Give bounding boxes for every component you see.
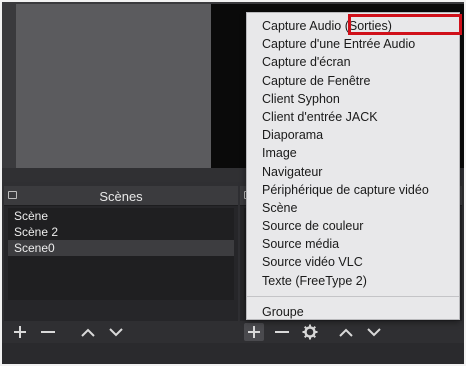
add-scene-button[interactable]: [10, 323, 30, 341]
menu-item-media-source[interactable]: Source média: [247, 235, 459, 253]
status-strip: [2, 343, 464, 364]
chevron-down-icon: [367, 328, 381, 337]
menu-item-slideshow[interactable]: Diaporama: [247, 126, 459, 144]
menu-item-jack-input-client[interactable]: Client d'entrée JACK: [247, 108, 459, 126]
menu-item-display-capture[interactable]: Capture d'écran: [247, 53, 459, 71]
menu-item-audio-output-capture[interactable]: Capture Audio (Sorties): [247, 17, 459, 35]
gear-icon: [302, 324, 318, 340]
scenes-header: Scènes: [4, 186, 238, 206]
add-source-menu: Capture Audio (Sorties) Capture d'une En…: [246, 12, 460, 320]
scenes-list[interactable]: Scène Scène 2 Scene0: [8, 208, 234, 300]
menu-item-syphon-client[interactable]: Client Syphon: [247, 90, 459, 108]
plus-icon: [14, 326, 26, 338]
menu-item-vlc-video-source[interactable]: Source vidéo VLC: [247, 253, 459, 271]
menu-separator: [247, 295, 459, 297]
scenes-toolbar: [4, 321, 238, 343]
menu-item-image[interactable]: Image: [247, 144, 459, 162]
move-scene-up-button[interactable]: [78, 323, 98, 341]
menu-item-text-freetype2[interactable]: Texte (FreeType 2): [247, 272, 459, 290]
plus-icon: [248, 326, 260, 338]
remove-source-button[interactable]: [272, 323, 292, 341]
menu-item-audio-input-capture[interactable]: Capture d'une Entrée Audio: [247, 35, 459, 53]
minus-icon: [275, 331, 289, 333]
menu-item-group[interactable]: Groupe: [247, 303, 459, 321]
sources-toolbar: [240, 321, 462, 343]
scene-item-selected[interactable]: Scene0: [8, 240, 234, 256]
chevron-up-icon: [81, 328, 95, 337]
scene-item[interactable]: Scène: [8, 208, 234, 224]
move-source-down-button[interactable]: [364, 323, 384, 341]
chevron-down-icon: [109, 328, 123, 337]
menu-item-video-capture-device[interactable]: Périphérique de capture vidéo: [247, 181, 459, 199]
move-scene-down-button[interactable]: [106, 323, 126, 341]
scenes-dock: Scènes Scène Scène 2 Scene0: [4, 186, 238, 343]
add-source-button[interactable]: [244, 323, 264, 341]
move-source-up-button[interactable]: [336, 323, 356, 341]
minus-icon: [41, 331, 55, 333]
chevron-up-icon: [339, 328, 353, 337]
remove-scene-button[interactable]: [38, 323, 58, 341]
scenes-title: Scènes: [99, 189, 143, 204]
menu-item-color-source[interactable]: Source de couleur: [247, 217, 459, 235]
source-properties-button[interactable]: [300, 323, 320, 341]
menu-item-browser[interactable]: Navigateur: [247, 163, 459, 181]
scene-item[interactable]: Scène 2: [8, 224, 234, 240]
menu-item-window-capture[interactable]: Capture de Fenêtre: [247, 72, 459, 90]
menu-item-scene[interactable]: Scène: [247, 199, 459, 217]
preview-canvas: [16, 4, 211, 170]
